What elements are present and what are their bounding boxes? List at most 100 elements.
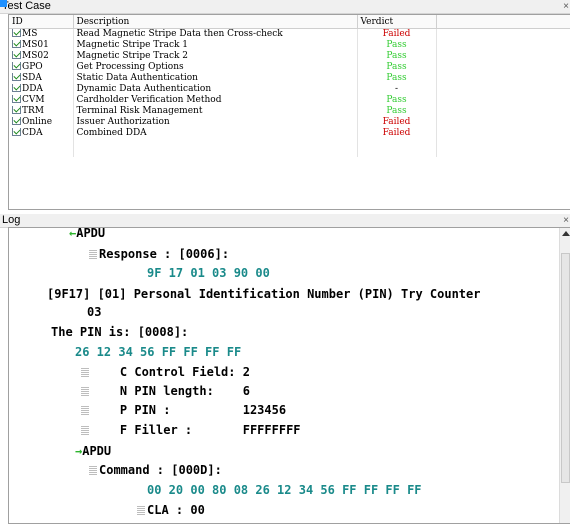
log-control-field[interactable]: C Control Field: 2	[81, 365, 250, 379]
checkbox[interactable]	[12, 40, 21, 48]
column-header-id[interactable]: ID	[9, 15, 74, 29]
empty-row	[9, 148, 570, 157]
log-command-node[interactable]: Command : [000D]:	[89, 463, 222, 477]
row-empty-cell	[436, 40, 570, 51]
table-row[interactable]: CVM Cardholder Verification Method Pass	[9, 95, 570, 106]
row-description: Get Processing Options	[73, 62, 358, 73]
log-panel-header: Log ×	[0, 214, 570, 228]
row-verdict: Pass	[357, 62, 437, 73]
row-verdict: Pass	[357, 106, 437, 117]
row-id-cell[interactable]: CDA	[9, 128, 74, 139]
row-id: SDA	[22, 73, 42, 83]
log-pin-bytes: 26 12 34 56 FF FF FF FF	[75, 345, 242, 359]
log-pin-length[interactable]: N PIN length: 6	[81, 384, 250, 398]
table-row[interactable]: TRM Terminal Risk Management Pass	[9, 106, 570, 117]
tree-node-icon	[81, 426, 89, 435]
checkbox[interactable]	[12, 28, 21, 37]
scroll-thumb[interactable]	[561, 253, 570, 483]
checkbox[interactable]	[12, 84, 21, 92]
log-filler[interactable]: F Filler : FFFFFFFF	[81, 423, 301, 437]
checkbox[interactable]	[12, 51, 21, 59]
table-row[interactable]: CDA Combined DDA Failed	[9, 128, 570, 139]
scroll-up-icon[interactable]	[562, 231, 570, 236]
checkbox[interactable]	[12, 73, 21, 81]
row-id-cell[interactable]: DDA	[9, 84, 74, 95]
log-pin[interactable]: P PIN : 123456	[81, 403, 286, 417]
row-id-cell[interactable]: Online	[9, 117, 74, 128]
row-empty-cell	[436, 128, 570, 139]
log-pin-try-counter: [9F17] [01] Personal Identification Numb…	[47, 287, 481, 301]
row-id: DDA	[22, 84, 43, 94]
row-id-cell[interactable]: MS	[9, 28, 74, 40]
log-command-bytes: 00 20 00 80 08 26 12 34 56 FF FF FF FF	[147, 483, 422, 497]
row-description: Read Magnetic Stripe Data then Cross-che…	[73, 28, 358, 40]
test-case-close-icon[interactable]: ×	[563, 0, 569, 13]
row-id: CVM	[22, 95, 45, 105]
row-description: Magnetic Stripe Track 2	[73, 51, 358, 62]
log-response-node[interactable]: Response : [0006]:	[89, 247, 229, 261]
log-panel-title: Log	[2, 214, 21, 226]
test-case-table: ID Description Verdict MS Read Magnetic S…	[8, 14, 570, 210]
row-verdict: Failed	[357, 28, 437, 40]
log-response-bytes: 9F 17 01 03 90 00	[147, 266, 270, 280]
log-view[interactable]: ←APDU Response : [0006]: 9F 17 01 03 90 …	[8, 227, 570, 524]
checkbox[interactable]	[12, 128, 21, 136]
checkbox[interactable]	[12, 62, 21, 70]
row-description: Static Data Authentication	[73, 73, 358, 84]
table-row[interactable]: SDA Static Data Authentication Pass	[9, 73, 570, 84]
log-close-icon[interactable]: ×	[563, 214, 569, 227]
checkbox[interactable]	[12, 95, 21, 103]
checkbox[interactable]	[12, 117, 21, 125]
row-id-cell[interactable]: GPO	[9, 62, 74, 73]
test-case-panel-header: Test Case ×	[0, 0, 570, 14]
column-header-verdict[interactable]: Verdict	[357, 15, 437, 29]
row-verdict: Pass	[357, 40, 437, 51]
tree-node-icon	[89, 250, 97, 259]
row-id-cell[interactable]: MS02	[9, 51, 74, 62]
log-apdu-node[interactable]: ←APDU	[69, 228, 105, 240]
row-description: Combined DDA	[73, 128, 358, 139]
row-empty-cell	[436, 117, 570, 128]
row-empty-cell	[436, 84, 570, 95]
row-verdict: -	[357, 84, 437, 95]
log-apdu-node-2[interactable]: →APDU	[75, 444, 111, 458]
row-id-cell[interactable]: TRM	[9, 106, 74, 117]
table-row[interactable]: GPO Get Processing Options Pass	[9, 62, 570, 73]
tree-node-icon	[137, 506, 145, 515]
row-verdict: Failed	[357, 117, 437, 128]
tree-node-icon	[81, 406, 89, 415]
table-row[interactable]: Online Issuer Authorization Failed	[9, 117, 570, 128]
row-empty-cell	[436, 95, 570, 106]
row-id: MS	[22, 29, 38, 39]
log-scrollbar[interactable]	[559, 228, 570, 523]
row-empty-cell	[436, 28, 570, 40]
tree-node-icon	[89, 466, 97, 475]
column-header-description[interactable]: Description	[73, 15, 358, 29]
row-description: Magnetic Stripe Track 1	[73, 40, 358, 51]
row-description: Terminal Risk Management	[73, 106, 358, 117]
row-id-cell[interactable]: SDA	[9, 73, 74, 84]
selection-marker	[0, 0, 7, 7]
tree-node-icon	[81, 368, 89, 377]
table-row[interactable]: MS01 Magnetic Stripe Track 1 Pass	[9, 40, 570, 51]
row-description: Cardholder Verification Method	[73, 95, 358, 106]
row-id: MS01	[22, 40, 49, 50]
table-row[interactable]: DDA Dynamic Data Authentication -	[9, 84, 570, 95]
row-empty-cell	[436, 106, 570, 117]
table-row[interactable]: MS Read Magnetic Stripe Data then Cross-c…	[9, 28, 570, 40]
empty-row	[9, 139, 570, 148]
log-cla-node[interactable]: CLA : 00	[137, 503, 205, 517]
column-header-empty	[436, 15, 570, 29]
row-verdict: Pass	[357, 95, 437, 106]
row-empty-cell	[436, 62, 570, 73]
row-id: GPO	[22, 62, 43, 72]
row-id-cell[interactable]: MS01	[9, 40, 74, 51]
checkbox[interactable]	[12, 106, 21, 114]
row-id: TRM	[22, 106, 44, 116]
log-pin-try-value: 03	[87, 305, 102, 319]
table-row[interactable]: MS02 Magnetic Stripe Track 2 Pass	[9, 51, 570, 62]
row-id-cell[interactable]: CVM	[9, 95, 74, 106]
row-id: MS02	[22, 51, 49, 61]
row-id: Online	[22, 117, 53, 127]
row-verdict: Failed	[357, 128, 437, 139]
